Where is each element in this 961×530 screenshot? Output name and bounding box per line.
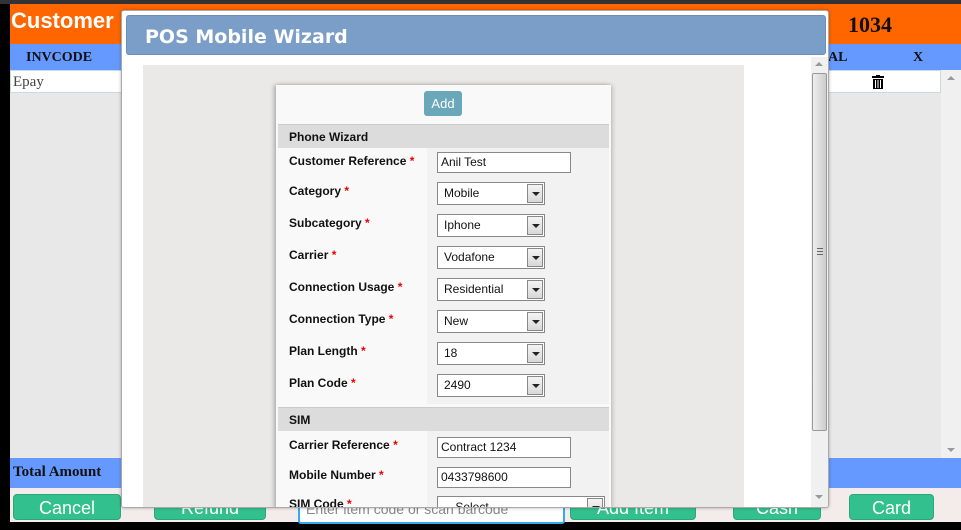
chevron-down-icon[interactable] <box>587 498 603 507</box>
modal-title: POS Mobile Wizard <box>145 26 348 48</box>
mobile-number-label: Mobile Number * <box>289 468 384 482</box>
sim-code-label: SIM Code * <box>289 497 352 508</box>
subcategory-label: Subcategory * <box>289 216 370 230</box>
plan-code-select[interactable]: 2490 <box>437 374 545 397</box>
card-button[interactable]: Card <box>849 494 934 520</box>
column-invcode: INVCODE <box>26 50 93 65</box>
mobile-number-input[interactable]: 0433798600 <box>437 467 571 488</box>
window-left-strip <box>0 4 10 530</box>
plan-code-label: Plan Code * <box>289 376 356 390</box>
modal-header[interactable]: POS Mobile Wizard <box>126 15 826 55</box>
scroll-up-icon[interactable] <box>947 76 955 80</box>
carrier-select[interactable]: Vodafone <box>437 246 545 269</box>
column-delete: X <box>913 50 924 65</box>
connection-usage-label: Connection Usage * <box>289 280 403 294</box>
scroll-down-icon[interactable] <box>815 495 823 499</box>
connection-type-label: Connection Type * <box>289 312 394 326</box>
modal-content-area: Add Phone Wizard Customer Reference * An… <box>143 65 744 508</box>
customer-reference-label: Customer Reference * <box>289 154 415 168</box>
carrier-reference-input[interactable]: Contract 1234 <box>437 437 571 458</box>
connection-type-select[interactable]: New <box>437 310 545 333</box>
category-select[interactable]: Mobile <box>437 182 545 205</box>
subcategory-select[interactable]: Iphone <box>437 214 545 237</box>
section-title: SIM <box>289 413 311 427</box>
trash-icon[interactable] <box>872 75 884 89</box>
scroll-up-icon[interactable] <box>815 62 823 66</box>
carrier-reference-label: Carrier Reference * <box>289 438 398 452</box>
plan-length-label: Plan Length * <box>289 344 366 358</box>
chevron-down-icon[interactable] <box>527 280 543 299</box>
section-phone-wizard: Phone Wizard <box>278 124 609 148</box>
connection-usage-select[interactable]: Residential <box>437 278 545 301</box>
add-button[interactable]: Add <box>424 91 462 116</box>
invoice-number: 1034 <box>848 12 892 37</box>
chevron-down-icon[interactable] <box>527 312 543 331</box>
invcode-cell: Epay <box>13 74 44 90</box>
chevron-down-icon[interactable] <box>527 216 543 235</box>
customer-reference-input[interactable]: Anil Test <box>437 152 571 173</box>
section-sim: SIM <box>278 407 609 431</box>
pos-mobile-wizard-dialog: POS Mobile Wizard Add Phone Wizard Custo… <box>121 10 829 508</box>
grip-icon <box>817 248 823 255</box>
total-amount-label: Total Amount <box>13 464 102 480</box>
scroll-down-icon[interactable] <box>947 448 955 452</box>
section-title: Phone Wizard <box>289 130 369 144</box>
scroll-thumb[interactable] <box>812 73 827 431</box>
column-total: AL <box>828 50 848 65</box>
wizard-form: Add Phone Wizard Customer Reference * An… <box>276 85 611 508</box>
plan-length-select[interactable]: 18 <box>437 342 545 365</box>
chevron-down-icon[interactable] <box>527 248 543 267</box>
chevron-down-icon[interactable] <box>527 376 543 395</box>
chevron-down-icon[interactable] <box>527 344 543 363</box>
sim-code-select[interactable]: -- Select -- <box>437 496 605 507</box>
page-scrollbar[interactable] <box>941 70 961 458</box>
page-title: Customer <box>11 8 114 33</box>
carrier-label: Carrier * <box>289 248 337 262</box>
cancel-button[interactable]: Cancel <box>13 494 121 520</box>
chevron-down-icon[interactable] <box>527 184 543 203</box>
modal-scrollbar[interactable] <box>811 57 828 507</box>
category-label: Category * <box>289 184 350 198</box>
